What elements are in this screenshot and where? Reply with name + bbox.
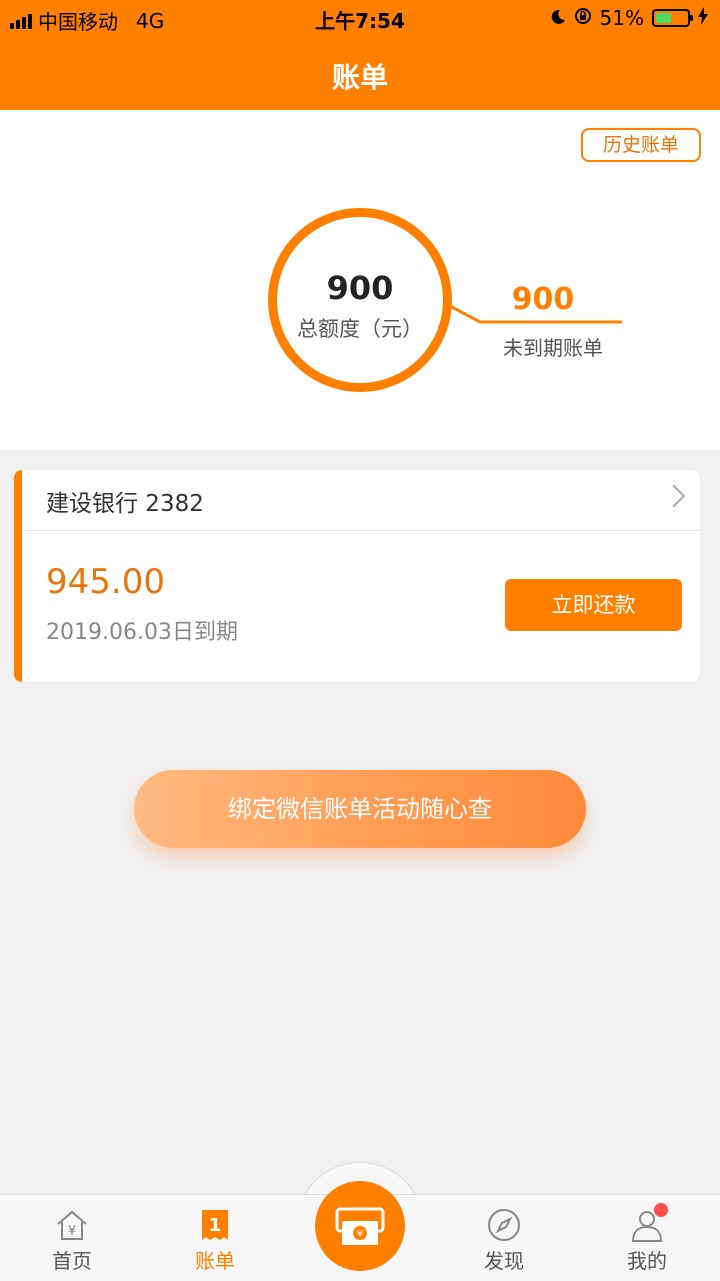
header-bar: 中国移动 4G 上午7:54 51% 账单: [0, 0, 720, 110]
charging-icon: [698, 6, 708, 30]
tab-discover-label: 发现: [484, 1249, 524, 1273]
page-title: 账单: [331, 61, 388, 94]
bind-wechat-button[interactable]: 绑定微信账单活动随心查: [134, 770, 586, 848]
bank-name: 建设银行 2382: [46, 491, 204, 517]
tab-discover[interactable]: 发现: [449, 1195, 559, 1281]
notification-dot: [654, 1203, 668, 1217]
center-cash-button[interactable]: ¥: [315, 1181, 405, 1271]
status-bar: 中国移动 4G 上午7:54 51%: [0, 0, 720, 36]
bill-amount: 945.00: [46, 562, 165, 602]
total-limit-value: 900: [326, 269, 394, 307]
card-accent-bar: [14, 470, 22, 682]
repay-now-button[interactable]: 立即还款: [505, 579, 682, 631]
moon-icon: [550, 6, 566, 30]
unexpired-bill-value: 900: [511, 282, 575, 317]
svg-text:¥: ¥: [68, 1224, 76, 1239]
chevron-right-icon: [662, 484, 686, 508]
compass-icon: [488, 1209, 520, 1241]
bill-due-date: 2019.06.03日到期: [46, 620, 238, 645]
unexpired-bill-label: 未到期账单: [503, 336, 603, 360]
tab-home[interactable]: ¥ 首页: [17, 1195, 127, 1281]
bill-card: 建设银行 2382 945.00 2019.06.03日到期 立即还款: [14, 470, 700, 682]
total-limit-ring: 900 总额度（元）: [268, 208, 452, 392]
summary-panel: 历史账单 900 总额度（元） 900 未到期账单: [0, 110, 720, 450]
tab-bill-label: 账单: [195, 1249, 235, 1273]
svg-text:1: 1: [209, 1215, 222, 1236]
battery-fill: [656, 13, 672, 23]
svg-text:¥: ¥: [357, 1229, 363, 1240]
tab-home-label: 首页: [52, 1249, 92, 1273]
battery-percent: 51%: [599, 6, 644, 30]
rotation-lock-icon: [574, 6, 592, 30]
bill-icon: 1: [202, 1210, 228, 1240]
cash-icon: ¥: [335, 1207, 385, 1245]
tab-mine[interactable]: 我的: [592, 1195, 702, 1281]
tab-mine-label: 我的: [627, 1249, 667, 1273]
battery-icon: [652, 9, 693, 27]
bank-card-row[interactable]: 建设银行 2382: [22, 470, 700, 531]
home-yen-icon: ¥: [57, 1210, 87, 1240]
total-limit-label: 总额度（元）: [297, 317, 423, 341]
tab-bill[interactable]: 1 账单: [160, 1195, 270, 1281]
